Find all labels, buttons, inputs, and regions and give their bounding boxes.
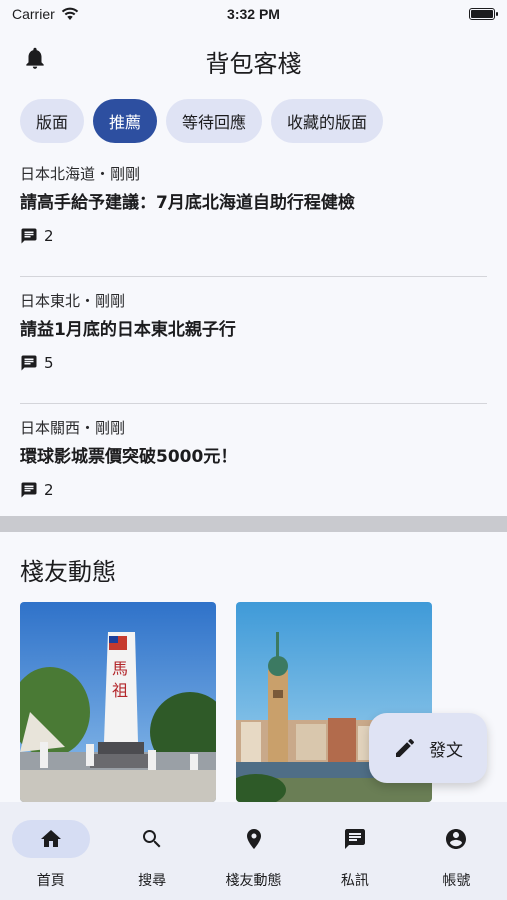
nav-indicator bbox=[417, 820, 495, 858]
nav-label: 搜尋 bbox=[138, 873, 167, 889]
comment-icon bbox=[21, 482, 37, 498]
battery-icon bbox=[469, 8, 498, 20]
bottom-navigation: 首頁 搜尋 棧友動態 私訊 帳號 bbox=[0, 802, 507, 900]
nav-item-friends-activity[interactable]: 棧友動態 bbox=[203, 802, 304, 900]
comment-count: 2 bbox=[20, 481, 487, 499]
chip-awaiting-reply[interactable]: 等待回應 bbox=[166, 99, 263, 143]
nav-label: 棧友動態 bbox=[225, 873, 282, 889]
page-title: 背包客棧 bbox=[205, 50, 302, 78]
comment-icon bbox=[21, 228, 37, 244]
wifi-icon bbox=[61, 7, 78, 20]
comment-count-value: 2 bbox=[44, 481, 54, 499]
chip-recommended[interactable]: 推薦 bbox=[93, 99, 158, 143]
comment-count-value: 5 bbox=[44, 354, 54, 372]
nav-item-account[interactable]: 帳號 bbox=[406, 802, 507, 900]
status-bar: Carrier 3:32 PM bbox=[0, 0, 507, 28]
post-meta: 日本北海道・剛剛 bbox=[20, 165, 141, 183]
compose-post-label: 發文 bbox=[429, 740, 463, 761]
post-title[interactable]: 請益1月底的日本東北親子行 bbox=[20, 318, 487, 342]
svg-text:祖: 祖 bbox=[112, 681, 128, 700]
nav-indicator bbox=[11, 820, 90, 858]
location-pin-icon bbox=[246, 829, 261, 849]
nav-indicator bbox=[215, 820, 293, 858]
post-title[interactable]: 請高手給予建議：7月底北海道自助行程健檢 bbox=[20, 191, 487, 215]
carrier-label: Carrier bbox=[12, 6, 55, 22]
search-icon bbox=[143, 830, 161, 848]
home-icon bbox=[40, 830, 61, 847]
comment-count-value: 2 bbox=[44, 227, 54, 245]
compose-post-button[interactable]: 發文 bbox=[369, 713, 487, 783]
message-icon bbox=[344, 829, 365, 849]
nav-indicator bbox=[316, 820, 394, 858]
svg-text:馬: 馬 bbox=[112, 659, 128, 678]
chip-favorite-boards[interactable]: 收藏的版面 bbox=[271, 99, 384, 143]
comment-icon bbox=[21, 355, 37, 371]
board-filter-chips: 版面 推薦 等待回應 收藏的版面 bbox=[20, 99, 384, 143]
comment-count: 5 bbox=[20, 354, 487, 372]
post-meta: 日本東北・剛剛 bbox=[20, 292, 126, 310]
comment-count: 2 bbox=[20, 227, 487, 245]
list-item[interactable]: 日本東北・剛剛 請益1月底的日本東北親子行 5 bbox=[20, 277, 487, 404]
nav-item-messages[interactable]: 私訊 bbox=[304, 802, 405, 900]
post-title[interactable]: 環球影城票價突破5000元！ bbox=[20, 445, 487, 469]
pencil-icon bbox=[396, 738, 415, 757]
chip-boards[interactable]: 版面 bbox=[20, 99, 85, 143]
activity-photo-monument[interactable]: 馬 祖 bbox=[20, 602, 216, 802]
post-list: 日本北海道・剛剛 請高手給予建議：7月底北海道自助行程健檢 2 日本東北・剛剛 … bbox=[20, 150, 487, 531]
nav-label: 帳號 bbox=[442, 873, 471, 889]
nav-label: 私訊 bbox=[340, 873, 369, 889]
list-item[interactable]: 日本北海道・剛剛 請高手給予建議：7月底北海道自助行程健檢 2 bbox=[20, 150, 487, 277]
app-bar: 背包客棧 bbox=[0, 32, 507, 84]
friends-activity-title: 棧友動態 bbox=[20, 558, 116, 586]
nav-label: 首頁 bbox=[36, 873, 65, 889]
list-item[interactable]: 日本關西・剛剛 環球影城票價突破5000元！ 2 bbox=[20, 404, 487, 531]
account-icon bbox=[446, 829, 467, 849]
nav-indicator bbox=[113, 820, 191, 858]
battery-level bbox=[471, 10, 493, 18]
post-meta: 日本關西・剛剛 bbox=[20, 419, 126, 437]
nav-item-search[interactable]: 搜尋 bbox=[101, 802, 202, 900]
section-divider bbox=[0, 516, 507, 532]
nav-item-home[interactable]: 首頁 bbox=[0, 802, 101, 900]
